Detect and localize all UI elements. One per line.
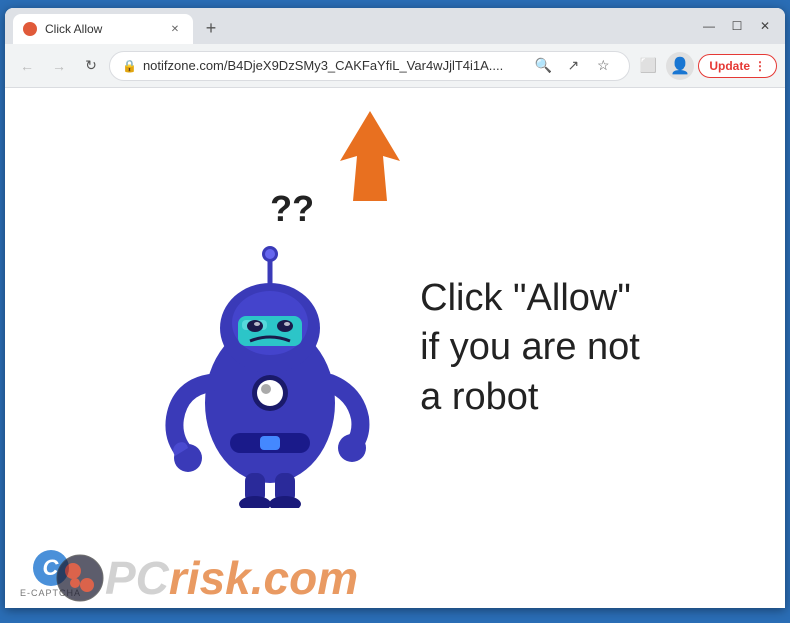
robot-container: ?? — [130, 168, 660, 528]
pcrisk-pc-text: PC — [105, 555, 169, 601]
arrow-up-icon — [325, 106, 415, 206]
lock-icon: 🔒 — [122, 59, 137, 73]
click-allow-line1: Click "Allow" — [420, 274, 640, 323]
active-tab[interactable]: Click Allow ✕ — [13, 14, 193, 44]
browser-window: Click Allow ✕ + — ☐ ✕ ← → ↻ 🔒 notifzone.… — [5, 8, 785, 608]
bookmark-icon[interactable]: ☆ — [589, 52, 617, 80]
url-actions: 🔍 ↗ ☆ — [529, 52, 617, 80]
tab-favicon — [23, 22, 37, 36]
url-input[interactable]: 🔒 notifzone.com/B4DjeX9DzSMy3_CAKFaYfiL_… — [109, 51, 630, 81]
window-controls: — ☐ ✕ — [697, 14, 777, 38]
url-text: notifzone.com/B4DjeX9DzSMy3_CAKFaYfiL_Va… — [143, 58, 523, 73]
update-button[interactable]: Update ⋮ — [698, 54, 777, 78]
pcrisk-suffix-text: risk.com — [169, 555, 358, 601]
reload-button[interactable]: ↻ — [77, 52, 105, 80]
profile-button[interactable]: 👤 — [666, 52, 694, 80]
extensions-icon[interactable]: ⬜ — [634, 52, 662, 80]
pcrisk-icon — [55, 553, 105, 603]
toolbar-right: ⬜ 👤 Update ⋮ — [634, 52, 777, 80]
close-button[interactable]: ✕ — [753, 14, 777, 38]
page-content: ?? — [5, 88, 785, 608]
robot-illustration: ?? — [150, 188, 390, 508]
search-icon[interactable]: 🔍 — [529, 52, 557, 80]
tab-bar: Click Allow ✕ + — [13, 8, 697, 44]
tab-title: Click Allow — [45, 22, 159, 36]
robot-svg — [160, 208, 380, 508]
forward-button[interactable]: → — [45, 52, 73, 80]
address-bar: ← → ↻ 🔒 notifzone.com/B4DjeX9DzSMy3_CAKF… — [5, 44, 785, 88]
tab-close-button[interactable]: ✕ — [167, 21, 183, 37]
back-button[interactable]: ← — [13, 52, 41, 80]
click-allow-line2: if you are not — [420, 323, 640, 372]
maximize-button[interactable]: ☐ — [725, 14, 749, 38]
share-icon[interactable]: ↗ — [559, 52, 587, 80]
pcrisk-watermark: PC risk.com — [55, 553, 358, 603]
click-allow-line3: a robot — [420, 373, 640, 422]
title-bar: Click Allow ✕ + — ☐ ✕ — [5, 8, 785, 44]
update-menu-icon: ⋮ — [754, 59, 766, 73]
new-tab-button[interactable]: + — [197, 14, 225, 42]
minimize-button[interactable]: — — [697, 14, 721, 38]
click-allow-text-block: Click "Allow" if you are not a robot — [420, 274, 640, 422]
